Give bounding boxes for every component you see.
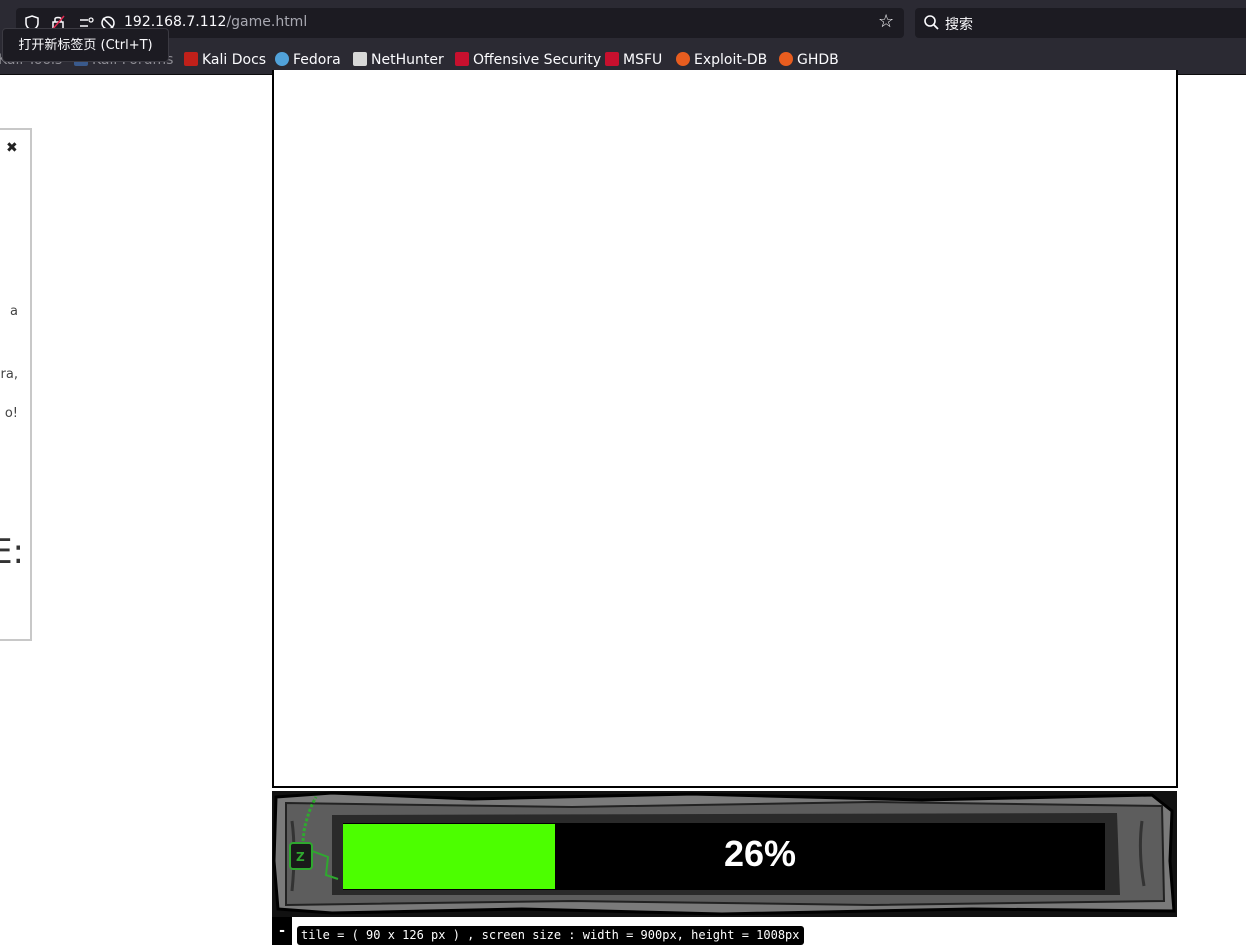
info-panel: ✖ a ra, o! E: [0,128,32,641]
collapse-button[interactable]: - [272,917,292,945]
url-path: /game.html [226,14,308,30]
bookmark-kali-docs[interactable]: Kali Docs [184,51,266,69]
kali-docs-icon [184,52,198,66]
panel-text-fragment: a [10,304,18,319]
panel-text-fragment: ra, [0,367,18,382]
panel-text-fragment: o! [4,406,18,421]
bookmark-ghdb[interactable]: GHDB [779,51,839,69]
new-tab-tooltip: 打开新标签页 (Ctrl+T) [2,28,169,62]
search-icon [923,14,941,32]
fedora-icon [275,52,289,66]
bookmark-star-icon[interactable]: ☆ [878,13,894,31]
bookmark-label: GHDB [797,52,839,68]
bookmark-msfu[interactable]: MSFU [605,51,662,69]
status-readout: tile = ( 90 x 126 px ) , screen size : w… [297,926,804,945]
offsec-icon [455,52,469,66]
bookmark-label: Kali Docs [202,52,267,68]
bookmark-label: Fedora [293,52,341,68]
ghdb-icon [779,52,793,66]
progress-label: 26% [723,833,797,874]
bookmark-fedora[interactable]: Fedora [275,51,341,69]
bookmark-label: Exploit-DB [694,52,768,68]
msfu-icon [605,52,619,66]
bookmark-label: Offensive Security [473,52,602,68]
close-icon[interactable]: ✖ [6,140,18,156]
bookmark-label: MSFU [623,52,663,68]
exploit-db-icon [676,52,690,66]
progress-fill [343,824,555,889]
nethunter-icon [353,52,367,66]
bookmark-exploit-db[interactable]: Exploit-DB [676,51,767,69]
bookmark-nethunter[interactable]: NetHunter [353,51,444,69]
search-bar[interactable]: 搜索 [915,8,1246,38]
game-canvas[interactable] [272,70,1178,788]
search-placeholder: 搜索 [945,17,973,33]
bookmark-offensive-security[interactable]: Offensive Security [455,51,601,69]
panel-heading-fragment: E: [0,532,24,572]
browser-toolbar: 192.168.7.112/game.html ☆ 搜索 [0,0,1246,46]
bookmark-label: NetHunter [371,52,444,68]
svg-text:Z: Z [296,850,305,864]
